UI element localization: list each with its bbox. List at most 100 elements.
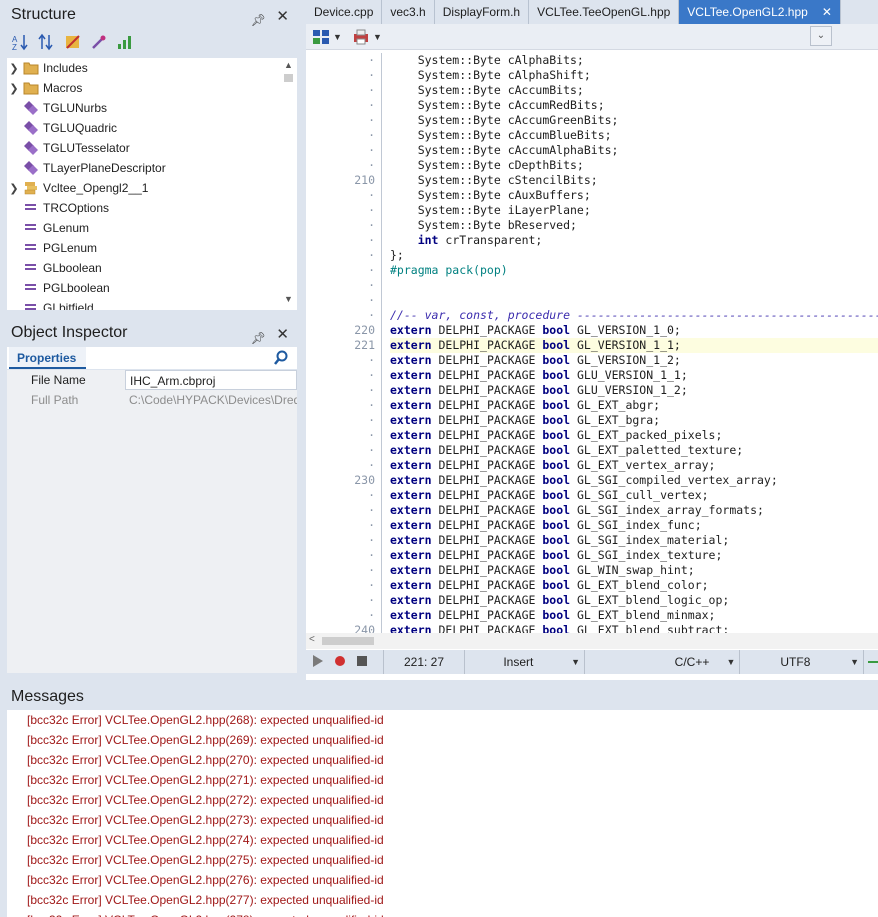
- messages-list[interactable]: [bcc32c Error] VCLTee.OpenGL2.hpp(268): …: [7, 710, 878, 917]
- tree-item[interactable]: ❯ Vcltee_Opengl2__1: [7, 178, 297, 198]
- structure-scrollbar[interactable]: ▲ ▼: [280, 58, 297, 310]
- structure-tree[interactable]: ❯ Includes ❯ Macros TGLUNurbs TGLUQuadric TGLU…: [7, 58, 297, 310]
- code-line: · System::Byte cAccumRedBits;: [306, 98, 878, 113]
- close-tab-icon[interactable]: ✕: [822, 5, 832, 19]
- message-item[interactable]: [bcc32c Error] VCLTee.OpenGL2.hpp(273): …: [7, 810, 878, 830]
- chevron-down-icon: ▼: [726, 657, 736, 667]
- code-line: 221 extern DELPHI_PACKAGE bool GL_VERSION…: [306, 338, 878, 353]
- pin-icon[interactable]: 📌︎: [251, 5, 266, 35]
- chevron-right-icon[interactable]: ❯: [7, 182, 21, 195]
- property-row[interactable]: File Name IHC_Arm.cbproj: [7, 370, 297, 390]
- fold-marker: [381, 353, 382, 368]
- code-line: · extern DELPHI_PACKAGE bool GL_EXT_bgra;: [306, 413, 878, 428]
- tree-item[interactable]: PGLboolean: [7, 278, 297, 298]
- scroll-down-icon[interactable]: ▼: [280, 294, 297, 308]
- identifier: GL_EXT_blend_color;: [577, 578, 709, 592]
- tab-vec3-h[interactable]: vec3.h: [382, 0, 435, 24]
- code-text: extern DELPHI_PACKAGE bool GL_EXT_blend_…: [390, 593, 729, 608]
- message-item[interactable]: [bcc32c Error] VCLTee.OpenGL2.hpp(277): …: [7, 890, 878, 910]
- inspector-search[interactable]: [167, 347, 293, 369]
- code-text: extern DELPHI_PACKAGE bool GL_SGI_compil…: [390, 473, 778, 488]
- tree-item[interactable]: GLenum: [7, 218, 297, 238]
- code-line: · System::Byte cAlphaShift;: [306, 68, 878, 83]
- search-icon[interactable]: [273, 350, 289, 369]
- keyword: bool: [542, 458, 571, 472]
- tree-item[interactable]: TGLUQuadric: [7, 118, 297, 138]
- identifier: GL_SGI_cull_vertex;: [577, 488, 709, 502]
- statement: System::Byte cDepthBits;: [390, 158, 584, 172]
- code-text: extern DELPHI_PACKAGE bool GL_EXT_packed…: [390, 428, 722, 443]
- close-icon[interactable]: ✕: [276, 320, 289, 350]
- message-item[interactable]: [bcc32c Error] VCLTee.OpenGL2.hpp(271): …: [7, 770, 878, 790]
- message-item[interactable]: [bcc32c Error] VCLTee.OpenGL2.hpp(276): …: [7, 870, 878, 890]
- line-number: ·: [368, 443, 375, 457]
- chevron-right-icon[interactable]: ❯: [7, 62, 21, 75]
- chart-icon[interactable]: [115, 32, 135, 52]
- sort-order-icon[interactable]: [37, 32, 57, 52]
- tree-item[interactable]: GLbitfield: [7, 298, 297, 310]
- fold-marker: [381, 368, 382, 383]
- tree-item[interactable]: TRCOptions: [7, 198, 297, 218]
- play-icon[interactable]: [312, 654, 324, 670]
- message-item[interactable]: [bcc32c Error] VCLTee.OpenGL2.hpp(268): …: [7, 710, 878, 730]
- tab-opengl2-hpp[interactable]: VCLTee.OpenGL2.hpp ✕: [679, 0, 841, 24]
- line-number: ·: [368, 158, 375, 172]
- scroll-up-icon[interactable]: ▲: [280, 60, 297, 74]
- line-number: ·: [368, 128, 375, 142]
- tree-item[interactable]: ❯ Includes: [7, 58, 297, 78]
- insert-mode-select[interactable]: Insert ▼: [465, 650, 585, 674]
- message-item[interactable]: [bcc32c Error] VCLTee.OpenGL2.hpp(278): …: [7, 910, 878, 917]
- tree-item[interactable]: TGLUTesselator: [7, 138, 297, 158]
- chevron-down-icon: ▼: [373, 32, 382, 42]
- code-text: System::Byte cAlphaBits;: [390, 53, 584, 68]
- keyword: bool: [542, 338, 571, 352]
- filter-icon[interactable]: [63, 32, 83, 52]
- close-icon[interactable]: ✕: [276, 2, 289, 32]
- scroll-left-icon[interactable]: <: [309, 634, 315, 645]
- code-area[interactable]: · System::Byte cAlphaBits; · System::Byte…: [306, 51, 878, 633]
- line-number: ·: [368, 143, 375, 157]
- wand-icon[interactable]: [89, 32, 109, 52]
- tree-item[interactable]: PGLenum: [7, 238, 297, 258]
- chevron-right-icon[interactable]: ❯: [7, 82, 21, 95]
- property-value[interactable]: IHC_Arm.cbproj: [125, 370, 297, 390]
- tree-item[interactable]: ❯ Macros: [7, 78, 297, 98]
- print-button[interactable]: ▼: [350, 26, 386, 48]
- tab-displayform-h[interactable]: DisplayForm.h: [435, 0, 530, 24]
- tree-item[interactable]: TGLUNurbs: [7, 98, 297, 118]
- identifier: GL_WIN_swap_hint;: [577, 563, 695, 577]
- tree-item[interactable]: TLayerPlaneDescriptor: [7, 158, 297, 178]
- message-item[interactable]: [bcc32c Error] VCLTee.OpenGL2.hpp(274): …: [7, 830, 878, 850]
- line-number: 240: [354, 623, 375, 633]
- code-text: extern DELPHI_PACKAGE bool GL_SGI_index_…: [390, 548, 722, 563]
- record-icon[interactable]: [334, 655, 346, 670]
- message-item[interactable]: [bcc32c Error] VCLTee.OpenGL2.hpp(270): …: [7, 750, 878, 770]
- scroll-thumb[interactable]: [284, 74, 293, 82]
- line-number: ·: [368, 413, 375, 427]
- fold-marker: [381, 578, 382, 593]
- scroll-thumb[interactable]: [322, 637, 374, 645]
- message-item[interactable]: [bcc32c Error] VCLTee.OpenGL2.hpp(275): …: [7, 850, 878, 870]
- stop-icon[interactable]: [356, 655, 368, 670]
- property-row[interactable]: Full Path C:\Code\HYPACK\Devices\Dred: [7, 390, 297, 410]
- tab-teeopengl-hpp[interactable]: VCLTee.TeeOpenGL.hpp: [529, 0, 680, 24]
- tab-device-cpp[interactable]: Device.cpp: [306, 0, 383, 24]
- tab-properties[interactable]: Properties: [9, 347, 86, 369]
- tree-item[interactable]: GLboolean: [7, 258, 297, 278]
- message-item[interactable]: [bcc32c Error] VCLTee.OpenGL2.hpp(272): …: [7, 790, 878, 810]
- message-item[interactable]: [bcc32c Error] VCLTee.OpenGL2.hpp(269): …: [7, 730, 878, 750]
- line-number: 210: [354, 173, 375, 187]
- layout-button[interactable]: ▼: [310, 26, 346, 48]
- keyword: bool: [542, 593, 571, 607]
- line-number: ·: [368, 353, 375, 367]
- code-line: 210 System::Byte cStencilBits;: [306, 173, 878, 188]
- language-select[interactable]: C/C++ ▼: [661, 650, 741, 674]
- code-line: 230 extern DELPHI_PACKAGE bool GL_SGI_com…: [306, 473, 878, 488]
- svg-text:Z: Z: [12, 43, 17, 51]
- encoding-select[interactable]: UTF8 ▼: [740, 650, 865, 674]
- identifier: GLU_VERSION_1_2;: [577, 383, 688, 397]
- horizontal-scrollbar[interactable]: <: [306, 633, 878, 649]
- sort-alpha-icon[interactable]: AZ: [11, 32, 31, 52]
- line-number: ·: [368, 248, 375, 262]
- chevron-down-icon[interactable]: ⌄: [810, 26, 832, 46]
